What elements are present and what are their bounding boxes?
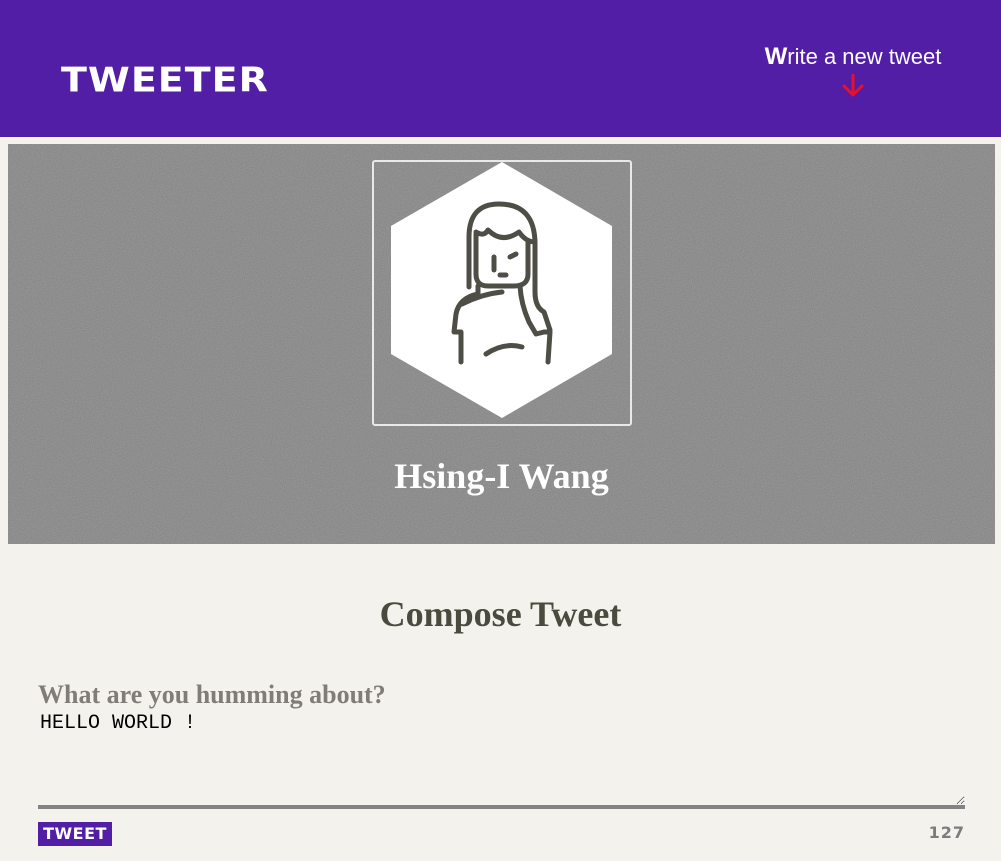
write-link-initial: W: [764, 43, 788, 70]
avatar-frame: [372, 160, 632, 426]
tweet-input[interactable]: HELLO WORLD !: [38, 682, 965, 809]
user-avatar-icon: [391, 162, 612, 418]
character-counter: 127: [928, 823, 965, 842]
user-name: Hsing-I Wang: [394, 456, 609, 496]
write-link-text: rite a new tweet: [787, 44, 942, 69]
tweet-button[interactable]: TWEET: [38, 822, 112, 846]
arrow-down-icon[interactable]: [840, 74, 866, 98]
write-new-tweet-link[interactable]: Write a new tweet: [733, 43, 973, 71]
compose-title: Compose Tweet: [379, 594, 622, 634]
brand-logo[interactable]: TWEETER: [61, 62, 269, 98]
profile-banner: Hsing-I Wang: [8, 144, 995, 544]
